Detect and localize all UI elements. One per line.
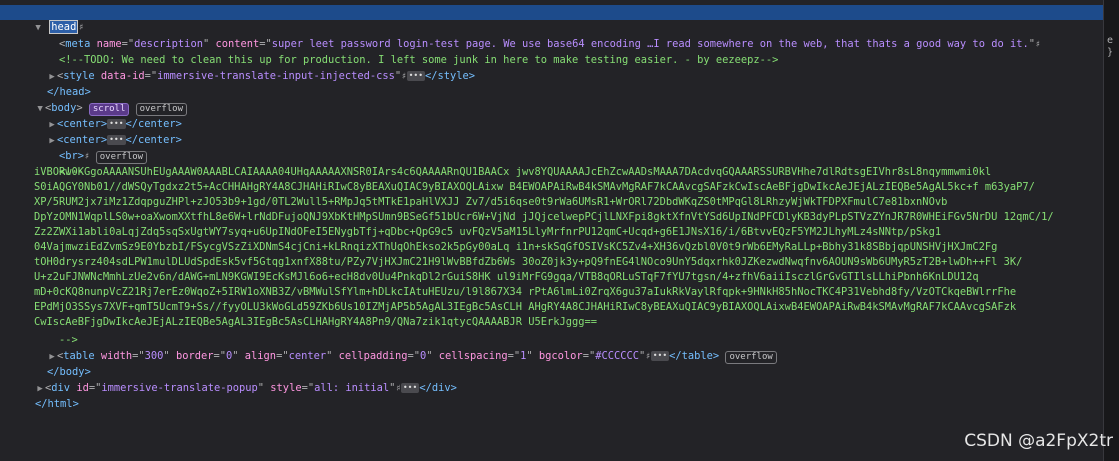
node-meta[interactable]: <meta name="description" content="super … <box>34 22 1040 50</box>
comment-open: <!-- <box>59 166 85 178</box>
whitespace-icon: ♯ <box>401 72 407 82</box>
node-style[interactable]: ▶ <style data-id="immersive-translate-inp… <box>22 54 475 82</box>
rules-side-panel <box>1103 0 1119 461</box>
base64-line: iVBORw0KGgoAAAANSUhEUgAAAW0AAABLCAIAAAA0… <box>34 166 992 178</box>
ellipsis-button[interactable]: ••• <box>406 71 426 81</box>
node-center-2[interactable]: ▶ <center> ••• </center> <box>22 118 182 146</box>
node-head-close[interactable]: </head> <box>22 70 91 98</box>
base64-line: DpYzOMN1WqplLS0w+oaXwomXXtfhL8e6W+lrNdDF… <box>34 211 1054 223</box>
base64-line: Zz2ZWXi1abli0aLqjZdq5sqSxUgtWY7syq+u6UpI… <box>34 226 942 238</box>
base64-line: mD+0cKQ8nunpVcZ21Rj7erEz0WqoZ+5IRW1oXNB3… <box>34 286 1017 298</box>
base64-line: U+z2uFJNWNcMmhLzUe2v6n/dAWG+mLN9KGWI9EcK… <box>34 271 979 283</box>
node-todo-comment[interactable]: <!--TODO: We need to clean this up for p… <box>34 38 778 66</box>
watermark: CSDN @a2FpX2tr <box>964 431 1113 451</box>
node-div-popup[interactable]: ▶ <div id="immersive-translate-popup" sty… <box>10 366 457 394</box>
overflow-badge[interactable]: overflow <box>725 351 777 364</box>
base64-line: tOH0drysrz404sdLPW1mulDLUdSpdEsk5vf5Gtqg… <box>34 256 1023 268</box>
node-table[interactable]: ▶ <table width="300" border="0" align="ce… <box>22 334 777 364</box>
whitespace-icon: ♯ <box>645 352 651 362</box>
whitespace-icon: ♯ <box>1035 40 1041 50</box>
side-panel-text: e } <box>1107 35 1114 58</box>
markup-tree: ▼ head ♯ <meta name="description" content… <box>0 0 1103 461</box>
node-head[interactable]: ▼ head ♯ <box>0 5 1103 34</box>
ellipsis-button[interactable]: ••• <box>650 351 670 361</box>
node-center-1[interactable]: ▶ <center> ••• </center> <box>22 102 182 130</box>
node-body-close[interactable]: </body> <box>22 350 91 378</box>
base64-line: CwIscAeBFjgDwIkcAeJEjALzIEQBe5AgAL3IEgBc… <box>34 316 598 328</box>
base64-line: S0iAQGY0Nb01//dWSQyTgdxz2t5+AcCHHAHgRY4A… <box>34 181 1035 193</box>
node-html-close[interactable]: </html> <box>10 382 79 410</box>
comment-close-line: --> <box>59 334 78 346</box>
overflow-badge[interactable]: overflow <box>95 151 148 164</box>
ellipsis-button[interactable]: ••• <box>400 383 420 393</box>
base64-line: 04VajmwziEdZvmSz9E0YbzbI/FSycgVSzZiXDNmS… <box>34 241 998 253</box>
whitespace-icon: ♯ <box>84 152 90 162</box>
base64-line: XP/5RUM2jx7iMz1ZdqpguZHPl+zJO53b9+1gd/0T… <box>34 196 948 208</box>
node-br[interactable]: <br>♯ overflow <box>34 134 148 164</box>
base64-line: EPdMjO3SSys7XVF+qmT5UcmT9+Ss//fyyOLU3kWo… <box>34 301 1017 313</box>
node-body[interactable]: ▼ <body> scroll overflow <box>10 86 187 116</box>
